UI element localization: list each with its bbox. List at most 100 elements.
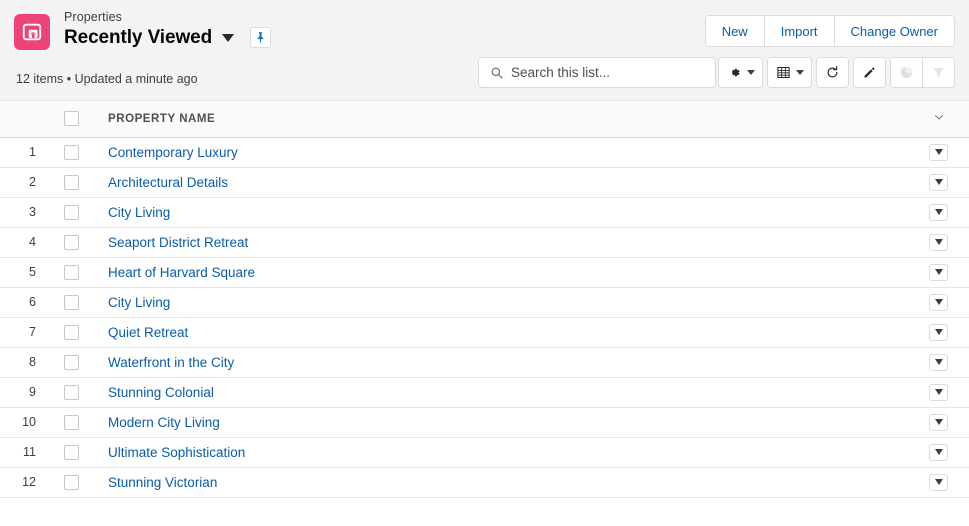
row-actions-cell bbox=[908, 137, 969, 168]
table-row[interactable]: 5 Heart of Harvard Square bbox=[0, 257, 969, 288]
chevron-down-icon[interactable] bbox=[932, 110, 946, 124]
new-button[interactable]: New bbox=[705, 16, 765, 46]
page-header: Properties Recently Viewed 12 items • Up… bbox=[0, 0, 969, 101]
property-name-link[interactable]: Ultimate Sophistication bbox=[108, 445, 245, 460]
property-name-link[interactable]: City Living bbox=[108, 205, 170, 220]
property-name-link[interactable]: Stunning Colonial bbox=[108, 385, 214, 400]
chevron-down-icon bbox=[934, 449, 943, 456]
row-number: 7 bbox=[0, 317, 54, 348]
row-actions-cell bbox=[908, 347, 969, 378]
row-checkbox[interactable] bbox=[63, 384, 79, 400]
change-owner-button[interactable]: Change Owner bbox=[834, 16, 954, 46]
row-checkbox[interactable] bbox=[63, 474, 79, 490]
list-meta-info: 12 items • Updated a minute ago bbox=[16, 72, 198, 86]
row-actions-button[interactable] bbox=[929, 203, 948, 221]
row-actions-cell bbox=[908, 467, 969, 498]
display-as-button[interactable] bbox=[768, 58, 811, 87]
refresh-icon bbox=[827, 66, 838, 78]
row-actions-button[interactable] bbox=[929, 143, 948, 161]
property-name-header[interactable]: PROPERTY NAME bbox=[88, 101, 908, 138]
table-row[interactable]: 11 Ultimate Sophistication bbox=[0, 437, 969, 468]
pin-button[interactable] bbox=[250, 27, 272, 48]
property-name-cell: City Living bbox=[88, 287, 908, 318]
row-actions-button[interactable] bbox=[929, 233, 948, 251]
property-icon bbox=[14, 14, 50, 50]
list-view-chevron-down-icon[interactable] bbox=[222, 33, 235, 42]
row-actions-button[interactable] bbox=[929, 173, 948, 191]
row-checkbox[interactable] bbox=[63, 324, 79, 340]
table-row[interactable]: 10 Modern City Living bbox=[0, 407, 969, 438]
row-select-cell bbox=[54, 317, 88, 348]
row-select-cell bbox=[54, 167, 88, 198]
table-row[interactable]: 8 Waterfront in the City bbox=[0, 347, 969, 378]
list-view-page: Properties Recently Viewed 12 items • Up… bbox=[0, 0, 969, 526]
property-name-link[interactable]: Seaport District Retreat bbox=[108, 235, 248, 250]
chevron-down-icon bbox=[934, 239, 943, 246]
chevron-down-icon bbox=[934, 209, 943, 216]
row-actions-button[interactable] bbox=[929, 413, 948, 431]
row-checkbox[interactable] bbox=[63, 354, 79, 370]
property-name-link[interactable]: Contemporary Luxury bbox=[108, 145, 238, 160]
property-name-link[interactable]: Heart of Harvard Square bbox=[108, 265, 255, 280]
row-select-cell bbox=[54, 347, 88, 378]
row-checkbox[interactable] bbox=[63, 294, 79, 310]
property-name-cell: City Living bbox=[88, 197, 908, 228]
row-checkbox[interactable] bbox=[63, 234, 79, 250]
table-row[interactable]: 12 Stunning Victorian bbox=[0, 467, 969, 498]
row-number: 12 bbox=[0, 467, 54, 498]
column-actions-header bbox=[908, 101, 969, 138]
row-checkbox[interactable] bbox=[63, 174, 79, 190]
table-row[interactable]: 7 Quiet Retreat bbox=[0, 317, 969, 348]
row-checkbox[interactable] bbox=[63, 264, 79, 280]
import-button[interactable]: Import bbox=[764, 16, 835, 46]
table-row[interactable]: 1 Contemporary Luxury bbox=[0, 137, 969, 168]
table-row[interactable]: 9 Stunning Colonial bbox=[0, 377, 969, 408]
list-toolbar bbox=[718, 57, 955, 88]
list-view-controls-button[interactable] bbox=[719, 58, 762, 87]
row-checkbox[interactable] bbox=[63, 414, 79, 430]
row-number: 11 bbox=[0, 437, 54, 468]
property-name-cell: Architectural Details bbox=[88, 167, 908, 198]
row-actions-button[interactable] bbox=[929, 323, 948, 341]
property-name-link[interactable]: City Living bbox=[108, 295, 170, 310]
property-name-cell: Stunning Victorian bbox=[88, 467, 908, 498]
row-actions-button[interactable] bbox=[929, 263, 948, 281]
row-actions-cell bbox=[908, 257, 969, 288]
row-number: 5 bbox=[0, 257, 54, 288]
chevron-down-icon bbox=[934, 329, 943, 336]
property-name-link[interactable]: Stunning Victorian bbox=[108, 475, 217, 490]
search-input[interactable] bbox=[511, 58, 715, 87]
property-name-link[interactable]: Architectural Details bbox=[108, 175, 228, 190]
select-all-checkbox[interactable] bbox=[63, 111, 79, 127]
row-actions-button[interactable] bbox=[929, 293, 948, 311]
edit-button[interactable] bbox=[854, 58, 885, 87]
row-actions-cell bbox=[908, 407, 969, 438]
search-box[interactable] bbox=[478, 57, 716, 88]
row-actions-button[interactable] bbox=[929, 383, 948, 401]
row-checkbox[interactable] bbox=[63, 144, 79, 160]
property-name-cell: Waterfront in the City bbox=[88, 347, 908, 378]
refresh-button[interactable] bbox=[817, 58, 848, 87]
row-number: 1 bbox=[0, 137, 54, 168]
charts-button bbox=[891, 58, 922, 87]
table-body: 1 Contemporary Luxury 2 Architectural Detai… bbox=[0, 137, 969, 498]
property-name-link[interactable]: Waterfront in the City bbox=[108, 355, 234, 370]
table-row[interactable]: 6 City Living bbox=[0, 287, 969, 318]
table-row[interactable]: 2 Architectural Details bbox=[0, 167, 969, 198]
row-checkbox[interactable] bbox=[63, 204, 79, 220]
row-checkbox[interactable] bbox=[63, 444, 79, 460]
row-number: 4 bbox=[0, 227, 54, 258]
property-name-cell: Ultimate Sophistication bbox=[88, 437, 908, 468]
row-actions-button[interactable] bbox=[929, 353, 948, 371]
row-select-cell bbox=[54, 377, 88, 408]
table-row[interactable]: 3 City Living bbox=[0, 197, 969, 228]
row-actions-button[interactable] bbox=[929, 443, 948, 461]
row-actions-button[interactable] bbox=[929, 473, 948, 491]
property-name-link[interactable]: Modern City Living bbox=[108, 415, 220, 430]
table-row[interactable]: 4 Seaport District Retreat bbox=[0, 227, 969, 258]
object-name: Properties bbox=[64, 10, 122, 24]
property-name-link[interactable]: Quiet Retreat bbox=[108, 325, 188, 340]
row-number: 2 bbox=[0, 167, 54, 198]
filter-icon bbox=[933, 68, 944, 78]
refresh-group bbox=[816, 57, 849, 88]
